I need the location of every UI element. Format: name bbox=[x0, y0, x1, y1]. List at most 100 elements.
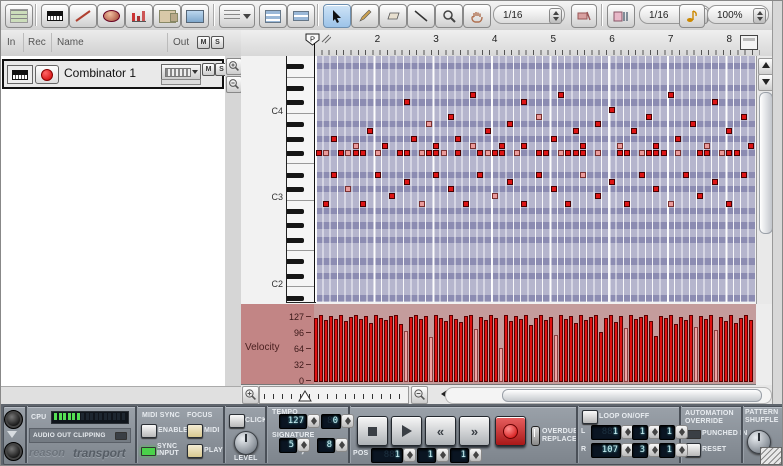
timeline-ruler[interactable]: 2345678 P bbox=[241, 30, 772, 57]
midi-note[interactable] bbox=[719, 149, 726, 156]
midi-note[interactable] bbox=[374, 171, 381, 178]
midi-note[interactable] bbox=[425, 149, 432, 156]
midi-note[interactable] bbox=[682, 171, 689, 178]
midi-note[interactable] bbox=[704, 142, 711, 149]
midi-note[interactable] bbox=[535, 171, 542, 178]
velocity-bar[interactable] bbox=[474, 329, 478, 382]
focus-play-button[interactable] bbox=[187, 444, 203, 458]
black-key[interactable] bbox=[287, 122, 304, 128]
velocity-bar[interactable] bbox=[489, 315, 493, 382]
midi-note[interactable] bbox=[469, 92, 476, 99]
velocity-bar[interactable] bbox=[449, 315, 453, 382]
midi-note[interactable] bbox=[594, 149, 601, 156]
velocity-bar[interactable] bbox=[519, 319, 523, 382]
loop-right-16th-display[interactable]: 81 bbox=[659, 443, 675, 458]
velocity-bar[interactable] bbox=[314, 318, 318, 382]
velocity-bar[interactable] bbox=[464, 316, 468, 382]
velocity-bar[interactable] bbox=[639, 317, 643, 382]
black-key[interactable] bbox=[287, 237, 304, 243]
velocity-bar[interactable] bbox=[404, 331, 408, 382]
midi-note[interactable] bbox=[609, 106, 616, 113]
fast-forward-button[interactable]: » bbox=[459, 416, 490, 446]
velocity-lane[interactable] bbox=[314, 304, 756, 385]
midi-note[interactable] bbox=[484, 128, 491, 135]
track-fader[interactable] bbox=[161, 79, 201, 85]
midi-note[interactable] bbox=[550, 186, 557, 193]
midi-note[interactable] bbox=[653, 142, 660, 149]
velocity-bar[interactable] bbox=[429, 337, 433, 382]
black-key[interactable] bbox=[287, 223, 304, 229]
velocity-bar[interactable] bbox=[374, 315, 378, 382]
velocity-bar[interactable] bbox=[479, 317, 483, 382]
midi-note[interactable] bbox=[433, 171, 440, 178]
midi-note[interactable] bbox=[447, 186, 454, 193]
midi-note[interactable] bbox=[535, 149, 542, 156]
midi-note[interactable] bbox=[506, 178, 513, 185]
velocity-bar[interactable] bbox=[549, 317, 553, 382]
midi-note[interactable] bbox=[741, 171, 748, 178]
midi-note[interactable] bbox=[440, 149, 447, 156]
midi-note[interactable] bbox=[403, 99, 410, 106]
midi-note[interactable] bbox=[711, 99, 718, 106]
midi-note[interactable] bbox=[389, 193, 396, 200]
midi-note[interactable] bbox=[418, 200, 425, 207]
drum-lane-button[interactable] bbox=[97, 4, 125, 28]
velocity-bar[interactable] bbox=[554, 335, 558, 382]
velocity-bar[interactable] bbox=[619, 316, 623, 382]
midi-note[interactable] bbox=[543, 149, 550, 156]
midi-note[interactable] bbox=[396, 149, 403, 156]
midi-note[interactable] bbox=[433, 149, 440, 156]
signature-numerator-stepper[interactable] bbox=[297, 438, 310, 452]
position-marker-flag[interactable]: P bbox=[305, 33, 321, 50]
signature-denominator-display[interactable]: 88 bbox=[317, 438, 335, 453]
loop-right-16th-stepper[interactable] bbox=[675, 443, 688, 457]
midi-note[interactable] bbox=[660, 149, 667, 156]
midi-note[interactable] bbox=[323, 149, 330, 156]
midi-note[interactable] bbox=[733, 149, 740, 156]
velocity-bar[interactable] bbox=[379, 318, 383, 382]
velocity-bar[interactable] bbox=[444, 321, 448, 382]
record-enable-button[interactable] bbox=[35, 65, 59, 84]
velocity-bar[interactable] bbox=[749, 320, 753, 382]
midi-note[interactable] bbox=[330, 171, 337, 178]
velocity-bar[interactable] bbox=[679, 317, 683, 382]
midi-note[interactable] bbox=[462, 200, 469, 207]
midi-note[interactable] bbox=[521, 142, 528, 149]
midi-note[interactable] bbox=[645, 149, 652, 156]
midi-note[interactable] bbox=[557, 149, 564, 156]
velocity-bar[interactable] bbox=[654, 336, 658, 382]
lane-options-button[interactable] bbox=[219, 4, 255, 28]
collapse-transport-arrow[interactable] bbox=[7, 431, 17, 438]
midi-note[interactable] bbox=[594, 121, 601, 128]
midi-note[interactable] bbox=[535, 113, 542, 120]
black-key[interactable] bbox=[287, 208, 304, 214]
velocity-bar[interactable] bbox=[714, 330, 718, 382]
velocity-bar[interactable] bbox=[329, 316, 333, 382]
zoom-level-select[interactable]: 100% bbox=[707, 5, 769, 24]
midi-note[interactable] bbox=[359, 200, 366, 207]
focus-midi-button[interactable] bbox=[187, 424, 203, 438]
velocity-bar[interactable] bbox=[674, 324, 678, 382]
tempo-decimal-display[interactable]: 88 0 bbox=[321, 414, 341, 429]
midi-note[interactable] bbox=[477, 171, 484, 178]
velocity-bar[interactable] bbox=[699, 316, 703, 382]
midi-note[interactable] bbox=[367, 128, 374, 135]
velocity-bar[interactable] bbox=[369, 323, 373, 382]
pos-bar-display[interactable]: 888 1 bbox=[371, 448, 403, 463]
midi-note[interactable] bbox=[697, 193, 704, 200]
hzoom-slider[interactable] bbox=[259, 386, 409, 404]
velocity-bar[interactable] bbox=[644, 315, 648, 382]
signature-denominator-stepper[interactable] bbox=[335, 438, 348, 452]
key-lane-button[interactable] bbox=[41, 4, 69, 28]
pos-16th-stepper[interactable] bbox=[469, 448, 482, 462]
midi-note[interactable] bbox=[565, 149, 572, 156]
midi-note[interactable] bbox=[565, 200, 572, 207]
loop-left-beat-display[interactable]: 81 bbox=[632, 425, 648, 440]
midi-note[interactable] bbox=[469, 142, 476, 149]
loop-left-bar-display[interactable]: 888 1 bbox=[591, 425, 621, 440]
eighth-note-button[interactable] bbox=[679, 4, 705, 28]
midi-note[interactable] bbox=[433, 142, 440, 149]
overdub-replace-switch[interactable] bbox=[531, 426, 540, 446]
midi-note[interactable] bbox=[374, 149, 381, 156]
snap-toggle-button[interactable] bbox=[571, 4, 597, 28]
